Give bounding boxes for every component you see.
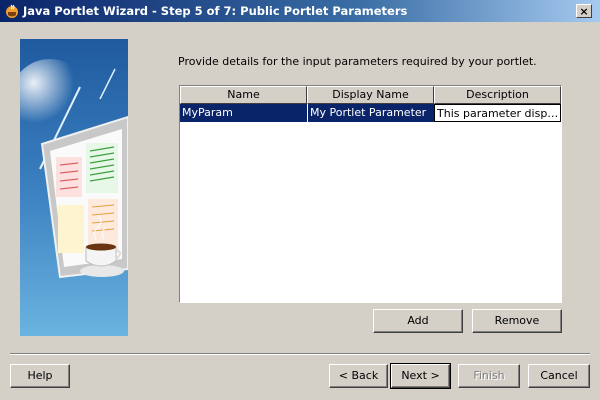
java-coffee-icon xyxy=(6,4,18,18)
remove-button[interactable]: Remove xyxy=(472,309,562,333)
column-header-description[interactable]: Description xyxy=(434,86,561,104)
wizard-illustration xyxy=(20,39,128,336)
cell-display-name[interactable]: My Portlet Parameter xyxy=(307,104,434,122)
finish-button: Finish xyxy=(458,364,520,388)
cell-description[interactable]: This parameter display... xyxy=(434,104,561,122)
next-button[interactable]: Next > xyxy=(390,363,451,389)
parameters-table[interactable]: Name Display Name Description MyParam My… xyxy=(179,85,562,303)
table-row[interactable]: MyParam My Portlet Parameter This parame… xyxy=(180,104,561,122)
cell-name[interactable]: MyParam xyxy=(180,104,307,122)
table-header: Name Display Name Description xyxy=(180,86,561,104)
column-header-display-name[interactable]: Display Name xyxy=(307,86,434,104)
help-button[interactable]: Help xyxy=(10,364,70,388)
footer-separator xyxy=(10,353,590,355)
add-button[interactable]: Add xyxy=(373,309,463,333)
back-button[interactable]: < Back xyxy=(329,364,388,388)
cancel-button[interactable]: Cancel xyxy=(528,364,590,388)
close-button[interactable]: × xyxy=(576,4,592,18)
title-bar: Java Portlet Wizard - Step 5 of 7: Publi… xyxy=(0,0,600,22)
column-header-name[interactable]: Name xyxy=(180,86,307,104)
instruction-text: Provide details for the input parameters… xyxy=(178,55,537,68)
window-title: Java Portlet Wizard - Step 5 of 7: Publi… xyxy=(23,4,408,18)
close-icon: × xyxy=(579,4,589,18)
